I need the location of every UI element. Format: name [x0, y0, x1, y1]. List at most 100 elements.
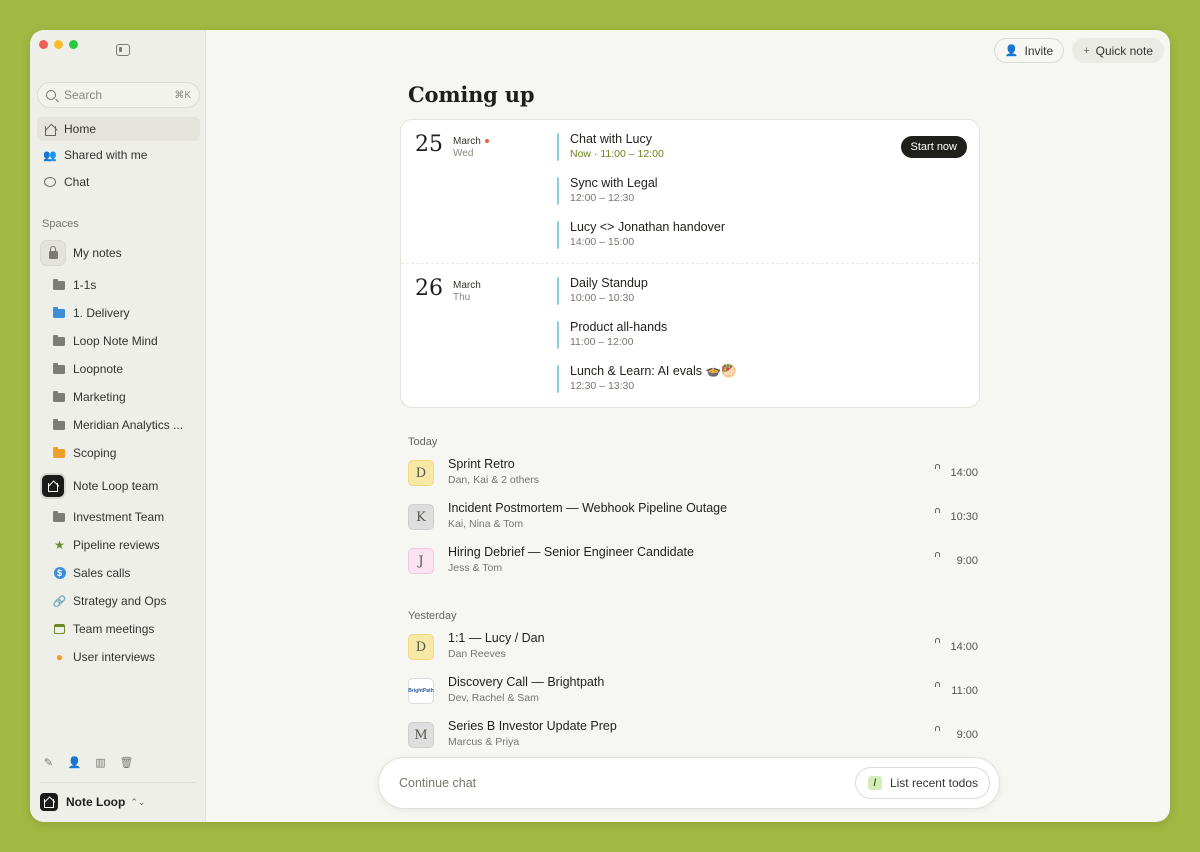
trash-icon[interactable]: 🗑 [120, 756, 134, 769]
event-time: 14:00 – 15:00 [570, 236, 635, 248]
folder-meridian[interactable]: Meridian Analytics ... [53, 415, 183, 435]
folder-sales-calls[interactable]: $ Sales calls [53, 563, 130, 583]
folder-label: Marketing [73, 390, 126, 404]
sidebar-toggle-icon[interactable] [116, 44, 130, 56]
quick-note-button[interactable]: + Quick note [1072, 38, 1164, 63]
note-people: Kai, Nina & Tom [448, 518, 524, 530]
folder-icon [53, 278, 65, 290]
close-window-button[interactable] [39, 40, 48, 49]
folder-label: 1-1s [73, 278, 97, 292]
window-controls [39, 40, 78, 49]
space-label: My notes [73, 246, 122, 260]
event-title: Daily Standup [570, 276, 648, 290]
spaces-label: Spaces [42, 218, 79, 230]
note-row[interactable]: J Hiring Debrief — Senior Engineer Candi… [408, 544, 978, 578]
workspace-switcher[interactable]: Note Loop ⌃⌄ [40, 793, 145, 811]
invite-button[interactable]: 👤 Invite [993, 38, 1065, 63]
note-row[interactable]: K Incident Postmortem — Webhook Pipeline… [408, 500, 978, 534]
invite-label: Invite [1024, 43, 1054, 58]
folder-scoping[interactable]: Scoping [53, 443, 116, 463]
folder-label: Pipeline reviews [73, 538, 160, 552]
note-row[interactable]: D Sprint Retro Dan, Kai & 2 others 14:00 [408, 456, 978, 490]
folder-user-interviews[interactable]: ● User interviews [53, 647, 155, 667]
add-person-icon: 👤 [1004, 45, 1019, 57]
folder-delivery[interactable]: 1. Delivery [53, 303, 130, 323]
chat-placeholder: Continue chat [399, 776, 477, 790]
note-people: Dan Reeves [448, 648, 506, 660]
sidebar-footer-icons: ✎ 👤 ▥ 🗑 [42, 756, 134, 769]
calendar-icon [53, 623, 66, 636]
sidebar-item-chat[interactable]: Chat [37, 170, 200, 194]
space-note-loop-team[interactable]: Note Loop team [40, 473, 158, 499]
start-now-button[interactable]: Start now [900, 136, 967, 158]
list-todos-button[interactable]: / List recent todos [854, 767, 990, 799]
sidebar-item-home[interactable]: Home [37, 117, 200, 141]
event-time: 11:00 – 12:00 [570, 336, 634, 348]
note-people: Jess & Tom [448, 562, 503, 574]
sidebar-item-label: Home [64, 122, 97, 136]
folder-investment-team[interactable]: Investment Team [53, 507, 164, 527]
event-title: Product all-hands [570, 320, 668, 334]
folder-label: 1. Delivery [73, 306, 130, 320]
folder-loopnote[interactable]: Loopnote [53, 359, 123, 379]
main-content: 👤 Invite + Quick note Coming up 25 March… [207, 30, 1170, 822]
note-title: Sprint Retro [448, 457, 515, 471]
event-title: Chat with Lucy [570, 132, 652, 146]
folder-pipeline-reviews[interactable]: ★ Pipeline reviews [53, 535, 160, 555]
search-input[interactable]: Search ⌘K [37, 82, 200, 108]
today-dot-icon [484, 139, 489, 144]
space-my-notes[interactable]: My notes [40, 240, 122, 266]
note-people: Marcus & Priya [448, 736, 520, 748]
sidebar-divider [40, 782, 196, 783]
sidebar-item-shared[interactable]: 👥 Shared with me [37, 143, 200, 167]
note-title: Hiring Debrief — Senior Engineer Candida… [448, 545, 694, 559]
folder-marketing[interactable]: Marketing [53, 387, 126, 407]
note-avatar: M [408, 722, 434, 748]
calendar-event[interactable]: Sync with Legal 12:00 – 12:30 [557, 176, 658, 206]
calendar-event[interactable]: Lunch & Learn: AI evals 🍲🥙 12:30 – 13:30 [557, 364, 737, 394]
day-number: 26 [415, 276, 443, 301]
note-title: Discovery Call — Brightpath [448, 675, 605, 689]
space-label: Note Loop team [73, 479, 159, 493]
calendar-event[interactable]: Daily Standup 10:00 – 10:30 [557, 276, 648, 306]
top-actions: 👤 Invite + Quick note [993, 38, 1164, 63]
day-month: March [453, 280, 481, 291]
calendar-event[interactable]: Lucy <> Jonathan handover 14:00 – 15:00 [557, 220, 725, 250]
note-time: 9:00 [956, 555, 978, 567]
building-icon[interactable]: ▥ [94, 756, 107, 769]
chat-bubble-icon [43, 175, 57, 189]
star-icon: ★ [54, 538, 65, 552]
dollar-icon: $ [53, 567, 66, 580]
folder-icon [53, 418, 65, 430]
edit-icon[interactable]: ✎ [42, 756, 55, 769]
note-avatar: K [408, 504, 434, 530]
note-title: Series B Investor Update Prep [448, 719, 617, 733]
day-month: March [453, 136, 489, 147]
maximize-window-button[interactable] [69, 40, 78, 49]
lock-icon [40, 240, 66, 266]
folder-loop-note-mind[interactable]: Loop Note Mind [53, 331, 158, 351]
calendar-event[interactable]: Chat with Lucy Now · 11:00 – 12:00 [557, 132, 664, 162]
search-shortcut: ⌘K [174, 89, 191, 101]
event-time: 10:00 – 10:30 [570, 292, 635, 304]
calendar-event[interactable]: Product all-hands 11:00 – 12:00 [557, 320, 667, 350]
event-title: Sync with Legal [570, 176, 658, 190]
note-row[interactable]: M Series B Investor Update Prep Marcus &… [408, 718, 978, 752]
user-icon[interactable]: 👤 [68, 756, 82, 769]
folder-team-meetings[interactable]: Team meetings [53, 619, 154, 639]
note-people: Dan, Kai & 2 others [448, 474, 540, 486]
app-window: Search ⌘K Home 👥 Shared with me Chat Spa… [30, 30, 1170, 822]
note-time: 14:00 [950, 467, 978, 479]
minimize-window-button[interactable] [54, 40, 63, 49]
folder-1-1s[interactable]: 1-1s [53, 275, 96, 295]
note-row[interactable]: BrightPath Discovery Call — Brightpath D… [408, 674, 978, 708]
sidebar: Search ⌘K Home 👥 Shared with me Chat Spa… [30, 30, 206, 822]
folder-icon [53, 510, 65, 522]
folder-icon [53, 306, 65, 318]
home-icon [43, 122, 57, 136]
folder-strategy-ops[interactable]: 🔗 Strategy and Ops [53, 591, 167, 611]
folder-label: Team meetings [73, 622, 155, 636]
chat-input[interactable]: Continue chat / List recent todos [378, 757, 1000, 809]
slash-command-icon: / [867, 776, 882, 790]
note-row[interactable]: D 1:1 — Lucy / Dan Dan Reeves 14:00 [408, 630, 978, 664]
